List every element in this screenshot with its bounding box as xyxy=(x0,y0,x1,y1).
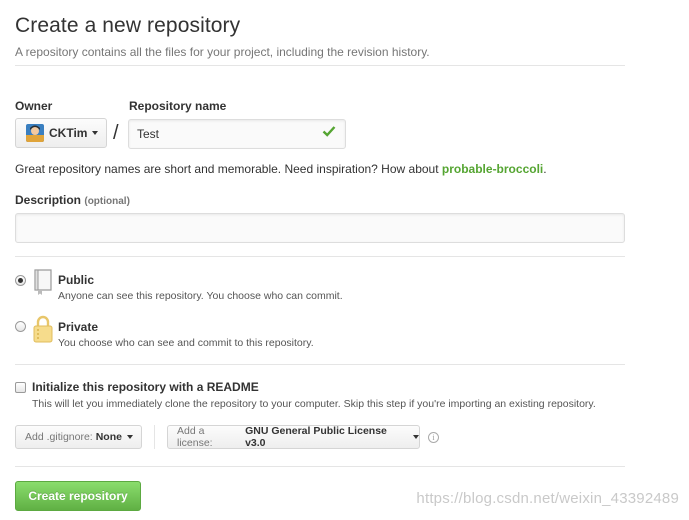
readme-checkbox[interactable] xyxy=(15,382,26,393)
caret-down-icon xyxy=(126,435,133,439)
create-repository-button[interactable]: Create repository xyxy=(15,481,141,511)
owner-label: Owner xyxy=(15,99,53,113)
license-value: GNU General Public License v3.0 xyxy=(245,425,387,449)
gitignore-value: None xyxy=(95,431,122,443)
watermark-text: https://blog.csdn.net/weixin_43392489 xyxy=(416,490,679,507)
readme-description: This will let you immediately clone the … xyxy=(32,398,596,410)
public-radio[interactable] xyxy=(15,275,26,286)
description-input[interactable] xyxy=(15,213,625,243)
name-suggestion-link[interactable]: probable-broccoli xyxy=(442,162,543,176)
caret-down-icon xyxy=(92,131,99,135)
repo-name-hint: Great repository names are short and mem… xyxy=(15,162,547,176)
private-radio[interactable] xyxy=(15,321,26,332)
page-title: Create a new repository xyxy=(15,14,241,37)
license-select[interactable]: Add a license: GNU General Public Licens… xyxy=(167,425,420,449)
public-description: Anyone can see this repository. You choo… xyxy=(58,290,343,302)
gitignore-prefix: Add .gitignore: xyxy=(25,431,93,443)
page-subtitle: A repository contains all the files for … xyxy=(15,45,430,59)
private-description: You choose who can see and commit to thi… xyxy=(58,337,314,349)
description-label: Description (optional) xyxy=(15,193,130,207)
divider xyxy=(15,256,625,257)
hint-text: Great repository names are short and mem… xyxy=(15,162,442,176)
lock-icon xyxy=(32,314,54,349)
gitignore-select[interactable]: Add .gitignore: None xyxy=(15,425,142,449)
caret-down-icon xyxy=(413,435,419,439)
header-divider xyxy=(15,65,625,66)
repo-name-label: Repository name xyxy=(129,99,227,113)
repo-book-icon xyxy=(32,268,54,301)
optional-note: (optional) xyxy=(84,196,130,207)
repo-name-input[interactable] xyxy=(128,119,346,149)
description-label-text: Description xyxy=(15,193,82,207)
private-title: Private xyxy=(58,320,99,334)
readme-title: Initialize this repository with a README xyxy=(32,380,259,394)
owner-repo-separator: / xyxy=(113,122,119,144)
divider xyxy=(15,466,625,467)
divider xyxy=(15,364,625,365)
license-prefix: Add a license: xyxy=(177,425,213,449)
info-icon[interactable]: i xyxy=(428,432,439,443)
public-title: Public xyxy=(58,273,95,287)
hint-suffix: . xyxy=(543,162,547,176)
owner-name: CKTim xyxy=(49,126,88,140)
avatar xyxy=(26,124,44,142)
check-icon xyxy=(322,124,336,143)
select-separator xyxy=(154,425,155,449)
owner-select-button[interactable]: CKTim xyxy=(15,118,107,148)
